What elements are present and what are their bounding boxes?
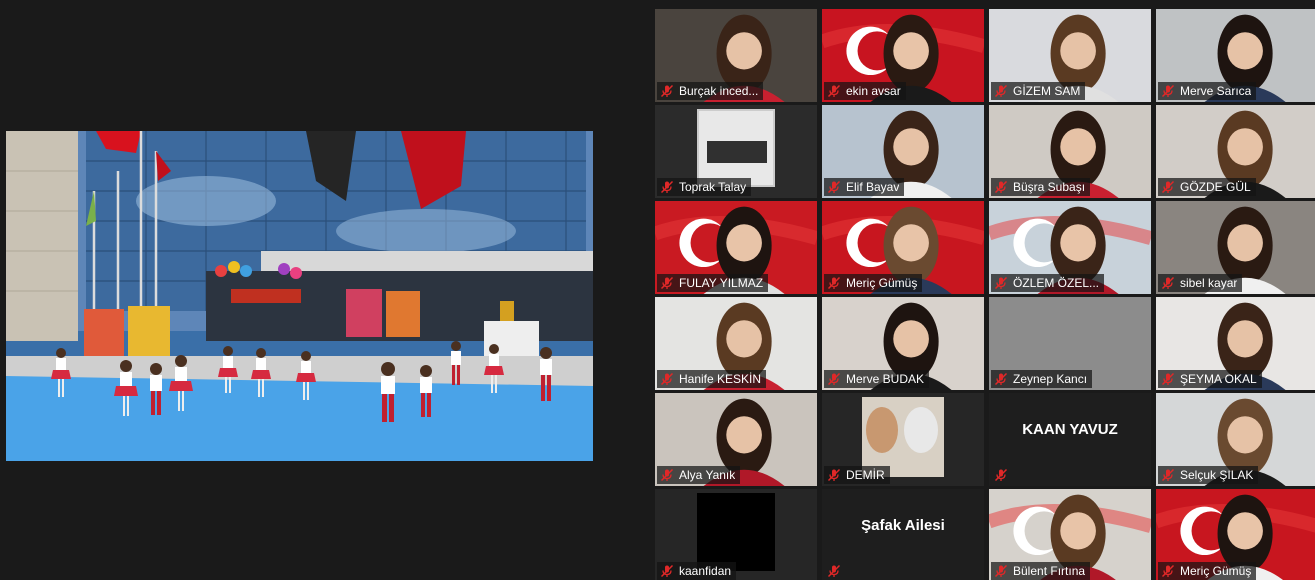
- participant-tile[interactable]: Meriç Gümüş: [1156, 489, 1315, 580]
- participant-name: Büşra Subaşı: [1013, 180, 1086, 194]
- participant-name: Zeynep Kancı: [1013, 372, 1088, 386]
- participant-name: GÖZDE GÜL: [1180, 180, 1251, 194]
- participant-nameplate: DEMİR: [824, 466, 890, 484]
- participant-tile[interactable]: Hanife KESKİN: [655, 297, 817, 390]
- microphone-muted-icon: [660, 276, 674, 290]
- participant-nameplate: ÖZLEM ÖZEL...: [991, 274, 1105, 292]
- participant-tile[interactable]: GİZEM SAM: [989, 9, 1151, 102]
- microphone-muted-icon: [1161, 84, 1175, 98]
- participant-nameplate: Toprak Talay: [657, 178, 752, 196]
- participant-tile[interactable]: Alya Yanık: [655, 393, 817, 486]
- participant-nameplate: Zeynep Kancı: [991, 370, 1093, 388]
- participant-name: kaanfidan: [679, 564, 732, 578]
- participant-gallery: Burçak inced... ekin avsar GİZEM SAM Merve …: [655, 9, 1315, 580]
- microphone-muted-icon: [1161, 468, 1175, 482]
- participant-tile[interactable]: sibel kayar: [1156, 201, 1315, 294]
- participant-name: GİZEM SAM: [1013, 84, 1081, 98]
- participant-name: ŞEYMA OKAL: [1180, 372, 1257, 386]
- participant-nameplate: Büşra Subaşı: [991, 178, 1091, 196]
- participant-name: Selçuk ŞILAK: [1180, 468, 1254, 482]
- participant-tile[interactable]: ŞEYMA OKAL: [1156, 297, 1315, 390]
- participant-tile[interactable]: KAAN YAVUZ: [989, 393, 1151, 486]
- participant-nameplate: Bülent Fırtına: [991, 562, 1091, 580]
- participant-nameplate: kaanfidan: [657, 562, 737, 580]
- participant-tile[interactable]: Bülent Fırtına: [989, 489, 1151, 580]
- microphone-muted-icon: [827, 180, 841, 194]
- participant-name: FULAY YILMAZ: [679, 276, 764, 290]
- microphone-muted-icon: [994, 372, 1008, 386]
- participant-nameplate: ŞEYMA OKAL: [1158, 370, 1262, 388]
- participant-nameplate: Merve BUDAK: [824, 370, 930, 388]
- participant-tile[interactable]: GÖZDE GÜL: [1156, 105, 1315, 198]
- participant-tile[interactable]: kaanfidan: [655, 489, 817, 580]
- participant-nameplate: [991, 466, 1018, 484]
- participant-nameplate: [824, 562, 851, 580]
- participant-tile[interactable]: Merve BUDAK: [822, 297, 984, 390]
- participant-name: Bülent Fırtına: [1013, 564, 1086, 578]
- microphone-muted-icon: [1161, 276, 1175, 290]
- participant-display-name: Şafak Ailesi: [861, 517, 945, 534]
- participant-tile[interactable]: Toprak Talay: [655, 105, 817, 198]
- participant-tile[interactable]: Selçuk ŞILAK: [1156, 393, 1315, 486]
- participant-tile[interactable]: Burçak inced...: [655, 9, 817, 102]
- participant-tile[interactable]: Zeynep Kancı: [989, 297, 1151, 390]
- microphone-muted-icon: [994, 564, 1008, 578]
- participant-display-name: KAAN YAVUZ: [1022, 421, 1118, 438]
- participant-nameplate: Burçak inced...: [657, 82, 764, 100]
- participant-name: Elif Bayav: [846, 180, 900, 194]
- participant-name: Hanife KESKİN: [679, 372, 762, 386]
- participant-nameplate: Meriç Gümüş: [1158, 562, 1257, 580]
- microphone-muted-icon: [827, 372, 841, 386]
- microphone-muted-icon: [994, 84, 1008, 98]
- participant-nameplate: ekin avsar: [824, 82, 906, 100]
- participant-nameplate: sibel kayar: [1158, 274, 1243, 292]
- participant-name: Merve BUDAK: [846, 372, 925, 386]
- microphone-muted-icon: [660, 180, 674, 194]
- microphone-muted-icon: [827, 564, 841, 578]
- participant-tile[interactable]: Elif Bayav: [822, 105, 984, 198]
- participant-name: Merve Sarıca: [1180, 84, 1252, 98]
- participant-name: DEMİR: [846, 468, 885, 482]
- participant-tile[interactable]: Büşra Subaşı: [989, 105, 1151, 198]
- participant-tile[interactable]: FULAY YILMAZ: [655, 201, 817, 294]
- participant-nameplate: Selçuk ŞILAK: [1158, 466, 1259, 484]
- microphone-muted-icon: [827, 84, 841, 98]
- participant-nameplate: Hanife KESKİN: [657, 370, 767, 388]
- participant-nameplate: GİZEM SAM: [991, 82, 1086, 100]
- participant-name: Alya Yanık: [679, 468, 736, 482]
- participant-name: Meriç Gümüş: [846, 276, 918, 290]
- shared-screen-video[interactable]: [6, 131, 593, 461]
- participant-nameplate: FULAY YILMAZ: [657, 274, 769, 292]
- microphone-muted-icon: [1161, 180, 1175, 194]
- participant-name: sibel kayar: [1180, 276, 1238, 290]
- participant-tile[interactable]: ÖZLEM ÖZEL...: [989, 201, 1151, 294]
- participant-tile[interactable]: DEMİR: [822, 393, 984, 486]
- participant-tile[interactable]: Şafak Ailesi: [822, 489, 984, 580]
- participant-name: ÖZLEM ÖZEL...: [1013, 276, 1100, 290]
- microphone-muted-icon: [660, 84, 674, 98]
- participant-name: Meriç Gümüş: [1180, 564, 1252, 578]
- microphone-muted-icon: [994, 468, 1008, 482]
- participant-tile[interactable]: Merve Sarıca: [1156, 9, 1315, 102]
- participant-name: Toprak Talay: [679, 180, 747, 194]
- participant-nameplate: Alya Yanık: [657, 466, 741, 484]
- participant-nameplate: Meriç Gümüş: [824, 274, 923, 292]
- microphone-muted-icon: [660, 372, 674, 386]
- microphone-muted-icon: [1161, 564, 1175, 578]
- microphone-muted-icon: [660, 564, 674, 578]
- participant-nameplate: Elif Bayav: [824, 178, 905, 196]
- microphone-muted-icon: [994, 276, 1008, 290]
- participant-tile[interactable]: Meriç Gümüş: [822, 201, 984, 294]
- microphone-muted-icon: [1161, 372, 1175, 386]
- school-performance-scene: [6, 131, 593, 461]
- participant-tile[interactable]: ekin avsar: [822, 9, 984, 102]
- participant-nameplate: GÖZDE GÜL: [1158, 178, 1256, 196]
- microphone-muted-icon: [994, 180, 1008, 194]
- microphone-muted-icon: [827, 276, 841, 290]
- microphone-muted-icon: [827, 468, 841, 482]
- participant-name: ekin avsar: [846, 84, 901, 98]
- microphone-muted-icon: [660, 468, 674, 482]
- participant-name: Burçak inced...: [679, 84, 759, 98]
- participant-nameplate: Merve Sarıca: [1158, 82, 1257, 100]
